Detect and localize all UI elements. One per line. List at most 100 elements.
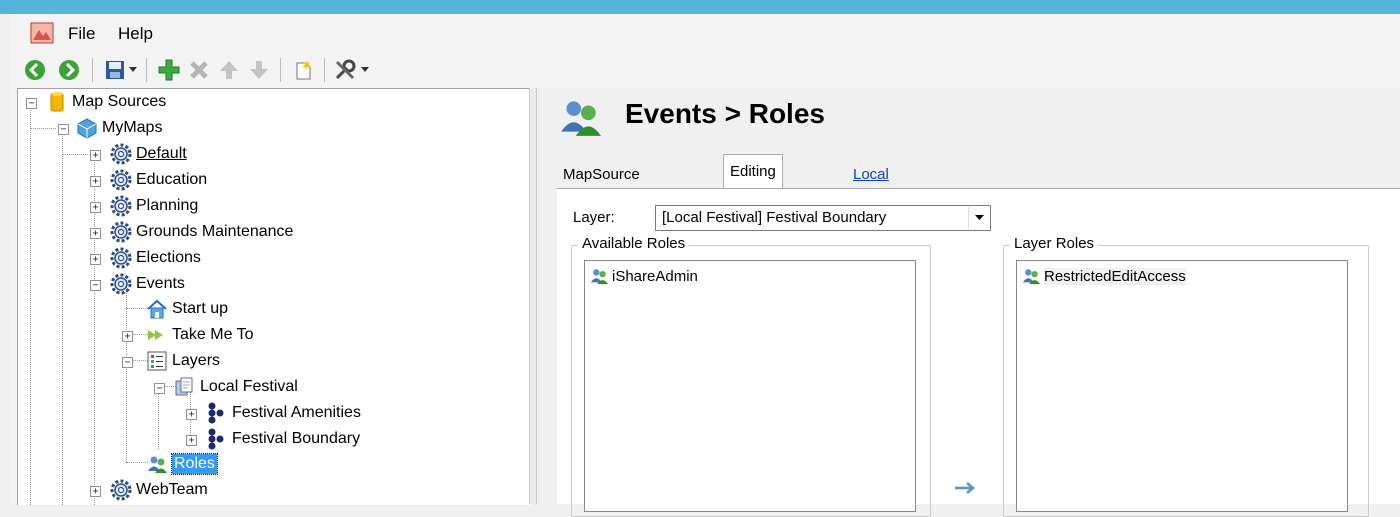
list-item[interactable]: iShareAdmin [589, 265, 698, 287]
back-icon[interactable] [22, 56, 48, 84]
users-icon [1022, 269, 1041, 285]
tree-node-layers[interactable]: Layers [146, 349, 220, 373]
tree-node-label: Festival Boundary [232, 430, 361, 447]
delete-icon[interactable] [186, 56, 212, 84]
tree-expander[interactable]: + [90, 150, 101, 161]
layer-roles-title: Layer Roles [1010, 235, 1099, 252]
tree-node-label: Default [136, 145, 187, 162]
users-icon [148, 456, 167, 473]
gear-icon [110, 273, 132, 295]
add-role-arrow-icon[interactable] [953, 481, 979, 495]
tree-expander[interactable]: + [90, 486, 101, 497]
tree-node-education[interactable]: Education [110, 168, 207, 192]
layer-select-value: [Local Festival] Festival Boundary [662, 209, 887, 226]
tree-node-events[interactable]: Events [110, 272, 185, 296]
home-icon [147, 299, 167, 319]
database-icon [50, 92, 64, 112]
gear-icon [110, 169, 132, 191]
role-label: iShareAdmin [612, 267, 698, 285]
gear-icon [110, 143, 132, 165]
left-frame [10, 88, 17, 504]
gear-icon [110, 479, 132, 501]
tree-expander[interactable]: + [186, 435, 197, 446]
toolbar-separator [146, 58, 147, 82]
tree-node-default[interactable]: Default [110, 142, 187, 166]
tree-node-label: Map Sources [72, 93, 167, 110]
tree-expander[interactable]: + [122, 331, 133, 342]
document-stack-icon [175, 377, 193, 396]
tree-node-roles[interactable]: Roles [146, 452, 218, 476]
tab-mapsource-access[interactable]: MapSource Access [557, 162, 646, 209]
new-item-icon[interactable] [290, 56, 316, 84]
tree-view[interactable]: − Map Sources − MyMaps + Default + Educa… [17, 88, 530, 505]
layer-roles-group: Layer Roles RestrictedEditAccess [1003, 235, 1369, 517]
save-icon[interactable] [102, 56, 128, 84]
move-up-icon[interactable] [216, 56, 242, 84]
tab-editing-rights[interactable]: Editing Rights [723, 154, 783, 214]
users-icon [590, 269, 609, 285]
point-layer-icon [208, 402, 224, 424]
tree-node-label: Start up [172, 300, 229, 317]
tree-node-local-festival[interactable]: Local Festival [174, 375, 298, 399]
tree-node-take-me-to[interactable]: Take Me To [146, 323, 254, 347]
toolbar-separator [280, 58, 281, 82]
tree-node-festival-boundary[interactable]: Festival Boundary [206, 427, 360, 451]
tree-node-grounds-maintenance[interactable]: Grounds Maintenance [110, 220, 293, 244]
list-icon [147, 351, 167, 371]
layer-roles-list[interactable]: RestrictedEditAccess [1016, 260, 1348, 512]
app-icon [30, 22, 54, 44]
tree-node-label: Festival Amenities [232, 404, 361, 421]
tree-expander[interactable]: + [90, 228, 101, 239]
globe-cube-icon [77, 118, 97, 139]
tree-node-label: Grounds Maintenance [136, 223, 294, 240]
chevron-down-icon[interactable] [968, 207, 989, 229]
gear-icon [110, 247, 132, 269]
tree-node-label: Layers [172, 352, 221, 369]
tree-node-label: WebTeam [136, 481, 208, 498]
tree-node-label: Education [136, 171, 208, 188]
tree-expander[interactable]: + [90, 254, 101, 265]
tree-node-label: Planning [136, 197, 199, 214]
add-icon[interactable] [156, 56, 182, 84]
move-down-icon[interactable] [246, 56, 272, 84]
tree-node-planning[interactable]: Planning [110, 194, 198, 218]
tree-node-mymaps[interactable]: MyMaps [76, 116, 162, 140]
page-title: Events > Roles [625, 98, 825, 129]
toolbar-separator [92, 58, 93, 82]
tools-icon[interactable] [332, 56, 358, 84]
save-dropdown-icon[interactable] [126, 56, 140, 84]
tree-expander[interactable]: + [90, 202, 101, 213]
tree-expander[interactable]: + [186, 409, 197, 420]
layer-select[interactable]: [Local Festival] Festival Boundary [655, 205, 991, 231]
splitter[interactable] [529, 88, 537, 504]
tree-expander[interactable]: − [26, 98, 37, 109]
tree-expander[interactable]: + [90, 176, 101, 187]
tools-dropdown-icon[interactable] [358, 56, 372, 84]
available-roles-list[interactable]: iShareAdmin [584, 260, 916, 512]
tree-node-webteam[interactable]: WebTeam [110, 478, 208, 502]
tree-node-elections[interactable]: Elections [110, 246, 201, 270]
forward-icon[interactable] [56, 56, 82, 84]
tree-node-map-sources[interactable]: Map Sources [46, 90, 166, 114]
tree-expander[interactable]: − [90, 280, 101, 291]
tree-expander[interactable]: − [154, 383, 165, 394]
role-label: RestrictedEditAccess [1044, 267, 1186, 285]
menu-help[interactable]: Help [118, 24, 153, 44]
gear-icon [110, 221, 132, 243]
gear-icon [110, 195, 132, 217]
tab-local-users-and-groups[interactable]: Local Users and Groups [847, 162, 908, 261]
tree-node-label: MyMaps [102, 119, 163, 136]
layer-label: Layer: [573, 209, 615, 226]
arrow-right-icon [148, 330, 163, 340]
window-title-bar [0, 0, 1400, 14]
tree-expander[interactable]: − [122, 357, 133, 368]
editing-rights-content: Layer: [Local Festival] Festival Boundar… [557, 189, 1400, 517]
tree-node-label: Local Festival [200, 378, 298, 395]
list-item[interactable]: RestrictedEditAccess [1021, 265, 1186, 287]
tree-node-start-up[interactable]: Start up [146, 297, 228, 321]
tree-node-festival-amenities[interactable]: Festival Amenities [206, 401, 361, 425]
tree-node-label: Roles [171, 453, 218, 475]
available-roles-group: Available Roles iShareAdmin [571, 235, 931, 517]
tree-expander[interactable]: − [58, 124, 69, 135]
menu-file[interactable]: File [68, 24, 95, 44]
